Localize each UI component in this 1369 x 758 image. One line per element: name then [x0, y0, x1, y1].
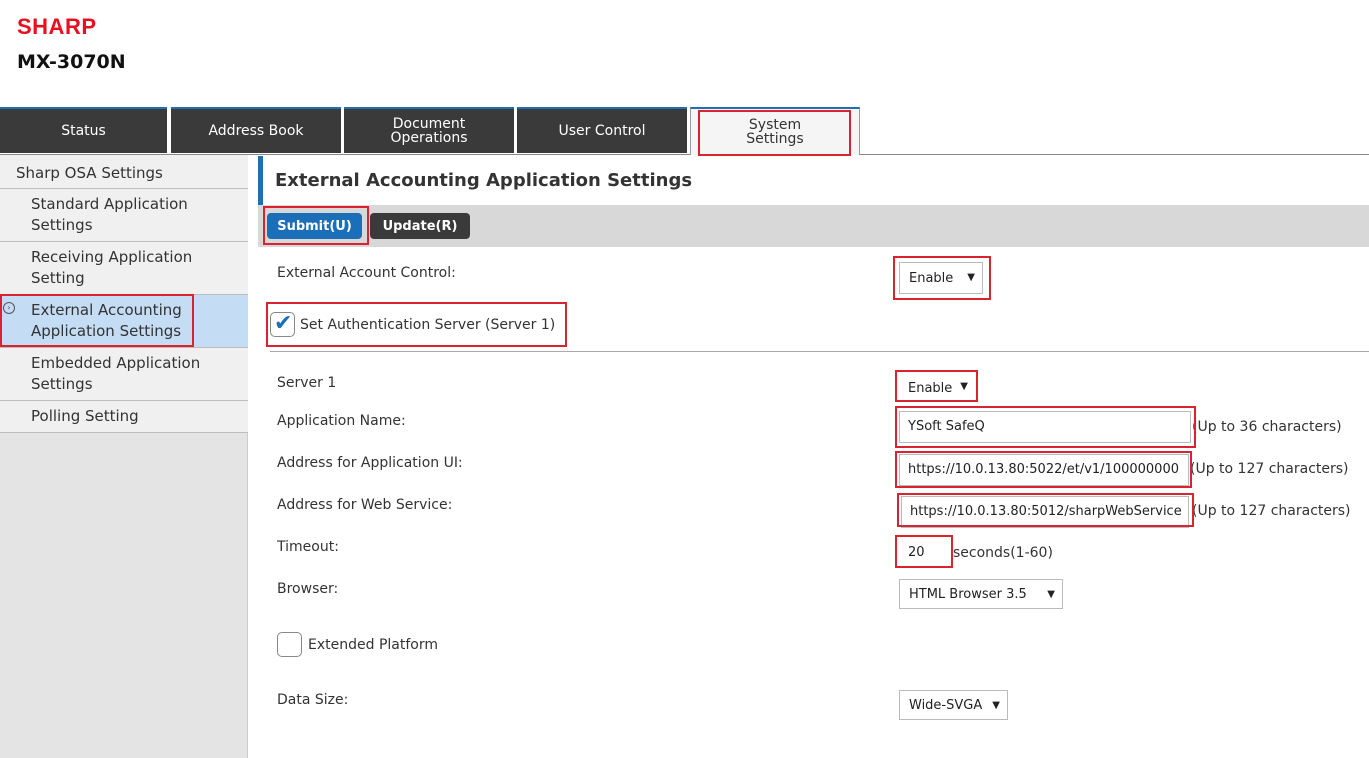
- server1-label: Server 1: [277, 375, 337, 391]
- app-ui-input[interactable]: https://10.0.13.80:5022/et/v1/100000000: [899, 454, 1189, 486]
- sidebar-item-osa-settings[interactable]: Sharp OSA Settings: [0, 155, 248, 189]
- extended-platform-label: Extended Platform: [308, 637, 438, 653]
- app-ui-label: Address for Application UI:: [277, 455, 463, 471]
- data-size-select[interactable]: Wide-SVGA ▼: [899, 690, 1008, 720]
- sharp-logo: SHARP: [17, 14, 97, 39]
- action-bar: Submit(U) Update(R): [258, 205, 1369, 247]
- tab-system-settings[interactable]: System Settings: [690, 107, 860, 155]
- chevron-right-icon: ›: [3, 302, 15, 314]
- sidebar-item-receiving-app[interactable]: Receiving Application Setting: [0, 242, 248, 295]
- timeout-label: Timeout:: [277, 539, 339, 555]
- sidebar-item-embedded-app[interactable]: Embedded Application Settings: [0, 348, 248, 401]
- app-name-hint: (Up to 36 characters): [1192, 419, 1342, 435]
- tab-document-operations[interactable]: Document Operations: [344, 107, 514, 153]
- app-name-label: Application Name:: [277, 413, 406, 429]
- model-name: MX-3070N: [17, 51, 126, 73]
- sidebar-item-polling[interactable]: Polling Setting: [0, 401, 248, 433]
- sidebar: Sharp OSA Settings Standard Application …: [0, 155, 248, 758]
- auth-server-label: Set Authentication Server (Server 1): [300, 317, 556, 333]
- tab-status[interactable]: Status: [0, 107, 167, 153]
- app-name-input[interactable]: YSoft SafeQ: [899, 411, 1191, 443]
- caret-down-icon: ▼: [967, 272, 975, 283]
- tab-address-book[interactable]: Address Book: [171, 107, 341, 153]
- web-service-label: Address for Web Service:: [277, 497, 453, 513]
- select-value: Enable: [908, 380, 953, 396]
- data-size-label: Data Size:: [277, 692, 349, 708]
- tab-user-control[interactable]: User Control: [517, 107, 687, 153]
- timeout-hint: seconds(1-60): [953, 545, 1053, 561]
- sidebar-item-standard-app[interactable]: Standard Application Settings: [0, 189, 248, 242]
- caret-down-icon: ▼: [960, 381, 968, 392]
- sidebar-item-external-accounting[interactable]: › External Accounting Application Settin…: [0, 295, 248, 348]
- caret-down-icon: ▼: [992, 700, 1000, 711]
- account-control-select[interactable]: Enable ▼: [899, 262, 983, 294]
- select-value: HTML Browser 3.5: [909, 586, 1027, 602]
- timeout-input[interactable]: 20: [900, 538, 950, 570]
- sidebar-item-label: External Accounting Application Settings: [31, 301, 182, 340]
- app-ui-hint: (Up to 127 characters): [1190, 461, 1349, 477]
- page-title-bar: External Accounting Application Settings: [258, 156, 1369, 205]
- account-control-label: External Account Control:: [277, 265, 456, 281]
- browser-select[interactable]: HTML Browser 3.5 ▼: [899, 579, 1063, 609]
- auth-server-checkbox[interactable]: ✔: [270, 311, 295, 337]
- select-value: Enable: [909, 270, 954, 286]
- web-service-hint: (Up to 127 characters): [1192, 503, 1351, 519]
- section-divider: [270, 351, 1369, 352]
- update-button[interactable]: Update(R): [370, 213, 470, 239]
- submit-button[interactable]: Submit(U): [267, 213, 362, 239]
- main-tabs: Status Address Book Document Operations …: [0, 107, 1369, 155]
- web-service-input[interactable]: https://10.0.13.80:5012/sharpWebService: [901, 496, 1189, 528]
- extended-platform-checkbox[interactable]: [277, 632, 302, 657]
- select-value: Wide-SVGA: [909, 697, 983, 713]
- checkmark-icon: ✔: [274, 311, 293, 336]
- browser-label: Browser:: [277, 581, 339, 597]
- server1-select[interactable]: Enable ▼: [899, 372, 975, 404]
- page-title: External Accounting Application Settings: [275, 170, 693, 191]
- caret-down-icon: ▼: [1047, 589, 1055, 600]
